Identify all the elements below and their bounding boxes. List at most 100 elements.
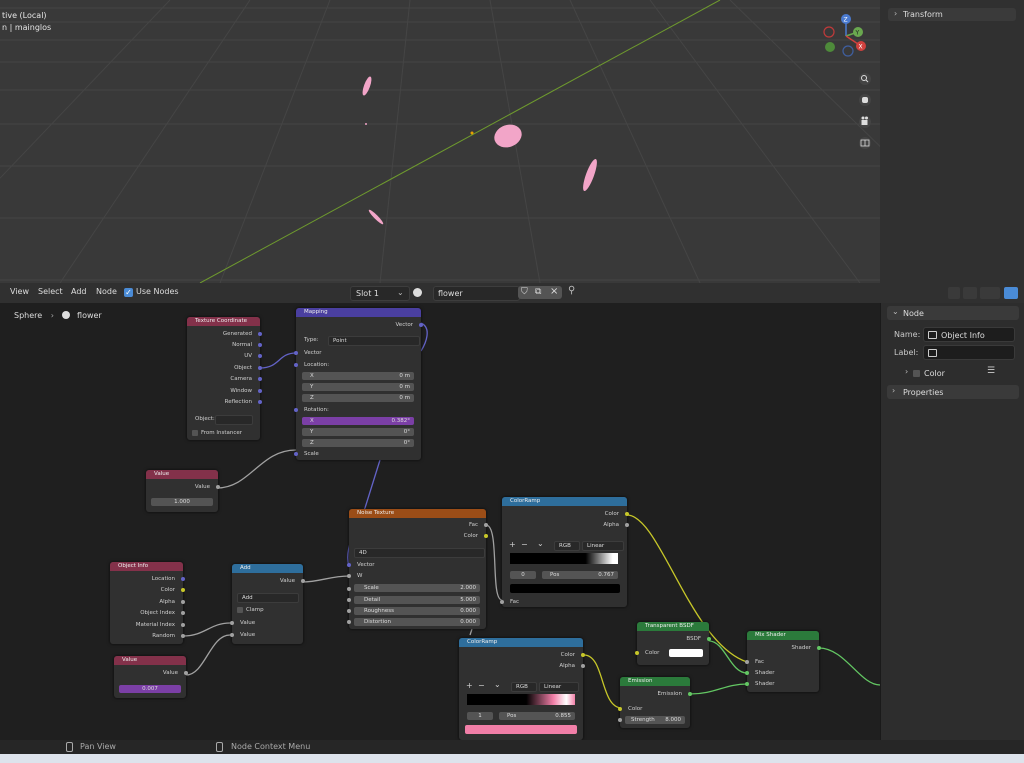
socket[interactable] — [181, 634, 185, 638]
node-header[interactable]: Object Info — [110, 562, 183, 571]
socket[interactable] — [745, 660, 749, 664]
chevron-down-icon[interactable]: ⌄ — [494, 680, 501, 689]
node-header[interactable]: Emission — [620, 677, 690, 686]
socket[interactable] — [817, 646, 821, 650]
node-header[interactable]: Mapping — [296, 308, 421, 317]
node-panel-header[interactable]: ⌄ Node — [887, 306, 1019, 320]
breadcrumb-object[interactable]: Sphere — [14, 311, 42, 320]
remove-stop-icon[interactable]: − — [521, 540, 528, 549]
node-header[interactable]: Noise Texture — [349, 509, 486, 518]
node-noise-texture[interactable]: Noise Texture Fac Color 4D Vector W Scal… — [347, 509, 488, 629]
color-mode-dropdown[interactable]: RGB — [511, 682, 537, 692]
socket[interactable] — [500, 600, 504, 604]
material-name-field[interactable]: flower — [433, 286, 520, 301]
stop-color-swatch[interactable] — [465, 725, 577, 734]
socket[interactable] — [347, 598, 351, 602]
node-header[interactable]: Add — [232, 564, 303, 573]
stop-position-field[interactable]: Pos 0.767 — [542, 571, 618, 579]
zoom-icon[interactable] — [859, 73, 871, 85]
roughness-field[interactable]: Roughness 0.000 — [354, 607, 480, 615]
interpolation-dropdown[interactable]: Linear — [582, 541, 624, 551]
menu-node[interactable]: Node — [96, 287, 117, 296]
rotation-z-field[interactable]: Z 0° — [302, 439, 414, 447]
node-header[interactable]: Value — [146, 470, 218, 479]
socket[interactable] — [347, 587, 351, 591]
distortion-field[interactable]: Distortion 0.000 — [354, 618, 480, 626]
node-sidebar[interactable]: ⌄ Node Name: Object Info Label: › Color … — [880, 303, 1024, 740]
socket[interactable] — [745, 682, 749, 686]
object-picker[interactable] — [215, 415, 253, 425]
location-x-field[interactable]: X0 m — [302, 372, 414, 380]
add-stop-icon[interactable]: + — [509, 540, 516, 549]
gradient-bar[interactable] — [510, 553, 618, 564]
snap-mode-icon[interactable] — [980, 287, 1000, 299]
remove-stop-icon[interactable]: − — [478, 681, 485, 690]
material-sphere-icon[interactable] — [413, 288, 422, 297]
socket[interactable] — [181, 611, 185, 615]
socket[interactable] — [184, 671, 188, 675]
socket[interactable] — [258, 377, 262, 381]
menu-add[interactable]: Add — [71, 287, 87, 296]
location-y-field[interactable]: Y0 m — [302, 383, 414, 391]
socket[interactable] — [581, 664, 585, 668]
node-label-field[interactable] — [923, 345, 1015, 360]
dimensions-dropdown[interactable]: 4D — [354, 548, 485, 558]
stop-index-field[interactable]: 0 — [510, 571, 536, 579]
node-emission[interactable]: Emission Emission Color Strength 8.000 — [618, 677, 692, 728]
socket[interactable] — [301, 579, 305, 583]
snap-icon[interactable] — [948, 287, 960, 299]
node-header[interactable]: Mix Shader — [747, 631, 819, 640]
overlay-icon[interactable] — [963, 287, 977, 299]
node-header[interactable]: ColorRamp — [502, 497, 627, 506]
value-field[interactable]: 1.000 — [151, 498, 213, 506]
socket[interactable] — [294, 363, 298, 367]
color-presets-icon[interactable]: ☰ — [987, 366, 995, 376]
transform-header[interactable]: › Transform — [888, 8, 1016, 21]
socket[interactable] — [181, 600, 185, 604]
node-mapping[interactable]: Mapping Vector Type: Point Vector Locati… — [294, 308, 423, 460]
close-icon[interactable]: × — [550, 286, 558, 297]
navigation-gizmo[interactable]: Z Y X — [818, 10, 878, 160]
color-mode-dropdown[interactable]: RGB — [554, 541, 580, 551]
menu-view[interactable]: View — [10, 287, 29, 296]
node-transparent-bsdf[interactable]: Transparent BSDF BSDF Color — [635, 622, 711, 665]
interpolation-dropdown[interactable]: Linear — [539, 682, 579, 692]
node-header[interactable]: Value — [114, 656, 186, 665]
slot-dropdown[interactable]: Slot 1 ⌄ — [350, 286, 410, 301]
material-actions[interactable]: ⛉ ⧉ × — [518, 286, 562, 299]
detail-field[interactable]: Detail 5.000 — [354, 596, 480, 604]
node-name-field[interactable]: Object Info — [923, 327, 1015, 342]
socket[interactable] — [484, 523, 488, 527]
socket[interactable] — [258, 389, 262, 393]
node-canvas[interactable]: Sphere › flower Texture Coordinate Gener… — [0, 303, 880, 740]
node-colorramp[interactable]: ColorRamp Color Alpha + − ⌄ RGB Linear 1… — [459, 638, 585, 740]
socket[interactable] — [347, 620, 351, 624]
node-texture-coordinate[interactable]: Texture Coordinate Generated Normal UV O… — [187, 317, 262, 440]
socket[interactable] — [625, 512, 629, 516]
socket[interactable] — [181, 588, 185, 592]
socket[interactable] — [484, 534, 488, 538]
socket[interactable] — [419, 323, 423, 327]
color-checkbox[interactable] — [913, 370, 920, 377]
location-z-field[interactable]: Z0 m — [302, 394, 414, 402]
node-header[interactable]: Transparent BSDF — [637, 622, 709, 631]
pin-icon[interactable]: ⚲ — [568, 285, 575, 296]
socket[interactable] — [347, 574, 351, 578]
color-swatch[interactable] — [669, 649, 703, 657]
stop-color-swatch[interactable] — [510, 584, 620, 593]
camera-icon[interactable] — [859, 116, 871, 128]
socket[interactable] — [707, 637, 711, 641]
gradient-bar[interactable] — [467, 694, 575, 705]
node-header[interactable]: ColorRamp — [459, 638, 583, 647]
rotation-x-field[interactable]: X 0.382° — [302, 417, 414, 425]
operation-dropdown[interactable]: Add — [237, 593, 299, 603]
node-mix-shader[interactable]: Mix Shader Shader Fac Shader Shader — [745, 631, 821, 692]
stop-index-field[interactable]: 1 — [467, 712, 493, 720]
duplicate-icon[interactable]: ⧉ — [535, 287, 541, 297]
node-object-info[interactable]: Object Info Location Color Alpha Object … — [110, 562, 185, 644]
node-colorramp[interactable]: ColorRamp Color Alpha + − ⌄ RGB Linear 0… — [500, 497, 629, 607]
socket[interactable] — [745, 671, 749, 675]
menu-select[interactable]: Select — [38, 287, 63, 296]
chevron-down-icon[interactable]: ⌄ — [537, 539, 544, 548]
gizmo-toggle-icon[interactable] — [1004, 287, 1018, 299]
